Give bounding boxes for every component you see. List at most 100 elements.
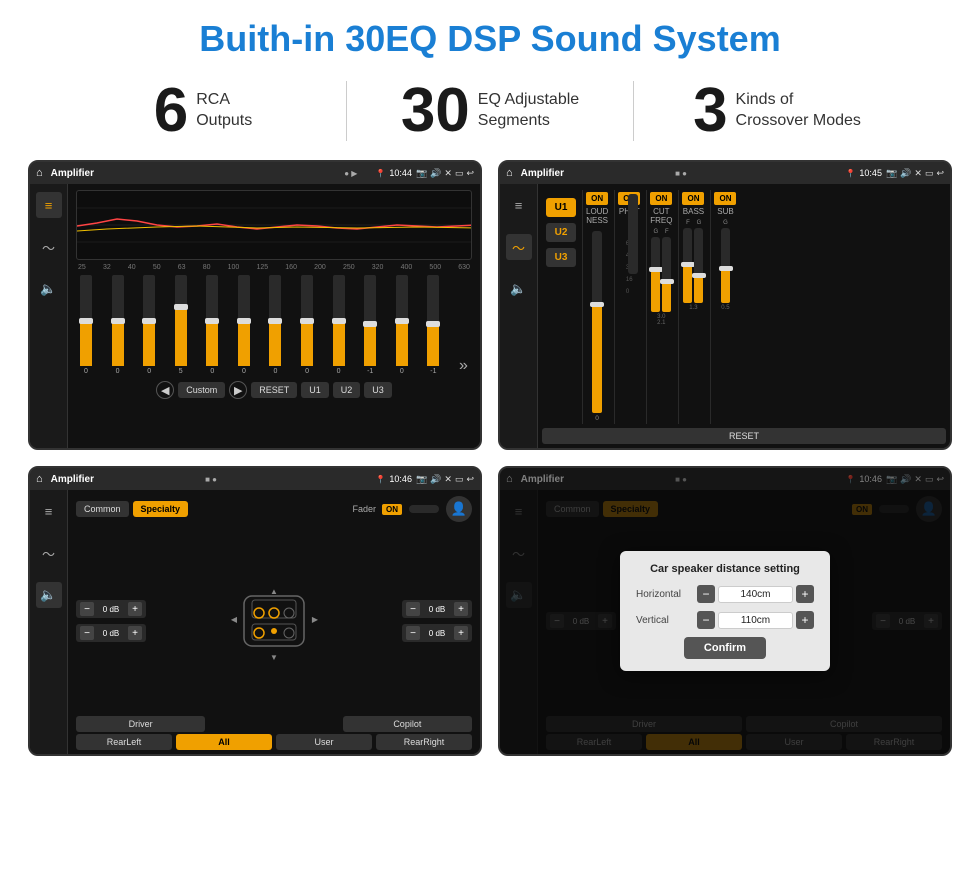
- all-btn-3[interactable]: All: [176, 734, 272, 750]
- crossover-layout: U1 U2 U3 ON LOUDNESS: [542, 190, 946, 424]
- vol-minus-2[interactable]: −: [80, 626, 94, 640]
- eq-slider-3[interactable]: 0: [143, 275, 155, 375]
- u2-btn[interactable]: U2: [546, 223, 576, 242]
- vol-plus-3[interactable]: +: [454, 602, 468, 616]
- horizontal-minus[interactable]: −: [697, 585, 715, 603]
- eq-custom-btn[interactable]: Custom: [178, 382, 225, 398]
- location-icon-1: 📍: [375, 169, 385, 178]
- cutfreq-g-slider[interactable]: [651, 237, 660, 312]
- sub-slider[interactable]: [721, 228, 730, 303]
- sidebar-eq-icon-3[interactable]: ≡: [36, 498, 62, 524]
- sidebar-eq-icon[interactable]: ≡: [36, 192, 62, 218]
- tab-common-3[interactable]: Common: [76, 501, 129, 517]
- loudness-toggle[interactable]: ON: [586, 192, 608, 205]
- car-diagram-svg: ▲ ▼ ◀ ▶: [224, 576, 324, 666]
- stat-crossover-text: Kinds ofCrossover Modes: [736, 90, 861, 132]
- horizontal-plus[interactable]: +: [796, 585, 814, 603]
- home-icon-1[interactable]: ⌂: [36, 167, 43, 179]
- bass-g-slider[interactable]: [694, 228, 703, 303]
- vol-val-1: 0 dB: [97, 605, 125, 614]
- phat-col: ON PHAT 644832160: [614, 190, 643, 424]
- empty-btn-3: [209, 716, 338, 732]
- screen1-body: ≡ 〜 🔈: [30, 184, 480, 448]
- vol-plus-2[interactable]: +: [128, 626, 142, 640]
- vol-control-1: − 0 dB +: [76, 600, 146, 618]
- eq-slider-8[interactable]: 0: [301, 275, 313, 375]
- eq-slider-1[interactable]: 0: [80, 275, 92, 375]
- loudness-label: LOUDNESS: [586, 207, 608, 225]
- sidebar-speaker-icon-3[interactable]: 🔈: [36, 582, 62, 608]
- screen-crossover: ⌂ Amplifier ■ ● 📍 10:45 📷 🔊 ✕ ▭ ↩ ≡ 〜 🔈: [498, 160, 952, 450]
- u1-btn[interactable]: U1: [546, 198, 576, 217]
- confirm-button[interactable]: Confirm: [684, 637, 766, 659]
- status-bar-3: ⌂ Amplifier ■ ● 📍 10:46 📷 🔊 ✕ ▭ ↩: [30, 468, 480, 490]
- screen-fader: ⌂ Amplifier ■ ● 📍 10:46 📷 🔊 ✕ ▭ ↩ ≡ 〜 🔈: [28, 466, 482, 756]
- rearleft-btn-3[interactable]: RearLeft: [76, 734, 172, 750]
- eq-slider-10[interactable]: -1: [364, 275, 376, 375]
- vertical-plus[interactable]: +: [796, 611, 814, 629]
- vertical-value: 110cm: [718, 612, 793, 629]
- eq-play-btn[interactable]: ▶: [229, 381, 247, 399]
- sidebar-wave-icon-2[interactable]: 〜: [506, 234, 532, 260]
- eq-u2-btn[interactable]: U2: [333, 382, 361, 398]
- driver-btn-3[interactable]: Driver: [76, 716, 205, 732]
- sub-toggle[interactable]: ON: [714, 192, 736, 205]
- eq-slider-11[interactable]: 0: [396, 275, 408, 375]
- eq-slider-12[interactable]: -1: [427, 275, 439, 375]
- dot-icon-3: ■ ●: [205, 475, 217, 484]
- screen-distance: ⌂ Amplifier ■ ● 📍 10:46 📷 🔊 ✕ ▭ ↩ ≡ 〜 🔈: [498, 466, 952, 756]
- rearright-btn-3[interactable]: RearRight: [376, 734, 472, 750]
- vol-plus-1[interactable]: +: [128, 602, 142, 616]
- vol-val-4: 0 dB: [423, 629, 451, 638]
- eq-slider-4[interactable]: 5: [175, 275, 187, 375]
- user-btn-3[interactable]: User: [276, 734, 372, 750]
- sidebar-speaker-icon-2[interactable]: 🔈: [506, 276, 532, 302]
- vol-minus-4[interactable]: −: [406, 626, 420, 640]
- location-icon-3: 📍: [375, 475, 385, 484]
- home-icon-3[interactable]: ⌂: [36, 473, 43, 485]
- fader-slider-3[interactable]: [409, 505, 439, 513]
- eq-slider-5[interactable]: 0: [206, 275, 218, 375]
- phat-slider[interactable]: [628, 194, 638, 274]
- vol-val-3: 0 dB: [423, 605, 451, 614]
- vol-plus-4[interactable]: +: [454, 626, 468, 640]
- horizontal-value: 140cm: [718, 586, 793, 603]
- eq-u3-btn[interactable]: U3: [364, 382, 392, 398]
- stat-eq-text: EQ AdjustableSegments: [478, 90, 579, 132]
- home-icon-2[interactable]: ⌂: [506, 167, 513, 179]
- bass-toggle[interactable]: ON: [682, 192, 704, 205]
- u3-btn[interactable]: U3: [546, 248, 576, 267]
- cutfreq-f-slider[interactable]: [662, 237, 671, 312]
- sidebar-wave-icon[interactable]: 〜: [36, 234, 62, 260]
- crossover-reset-btn[interactable]: RESET: [542, 428, 946, 444]
- eq-slider-2[interactable]: 0: [112, 275, 124, 375]
- time-1: 10:44: [389, 168, 412, 178]
- slider-val-9: 0: [337, 368, 341, 375]
- loudness-val: 0: [595, 415, 599, 422]
- eq-u1-btn[interactable]: U1: [301, 382, 329, 398]
- tab-specialty-3[interactable]: Specialty: [133, 501, 189, 517]
- skip-icon[interactable]: »: [459, 357, 468, 375]
- sidebar-wave-icon-3[interactable]: 〜: [36, 540, 62, 566]
- on-badge-3: ON: [382, 504, 402, 515]
- vertical-minus[interactable]: −: [697, 611, 715, 629]
- bass-f-slider[interactable]: [683, 228, 692, 303]
- sidebar-speaker-icon[interactable]: 🔈: [36, 276, 62, 302]
- loudness-slider[interactable]: [592, 231, 602, 413]
- eq-slider-7[interactable]: 0: [269, 275, 281, 375]
- copilot-btn-3[interactable]: Copilot: [343, 716, 472, 732]
- eq-slider-9[interactable]: 0: [333, 275, 345, 375]
- vol-minus-3[interactable]: −: [406, 602, 420, 616]
- eq-reset-btn[interactable]: RESET: [251, 382, 297, 398]
- app-title-3: Amplifier: [51, 474, 201, 485]
- vol-minus-1[interactable]: −: [80, 602, 94, 616]
- slider-val-11: 0: [400, 368, 404, 375]
- eq-slider-6[interactable]: 0: [238, 275, 250, 375]
- profile-icon-3[interactable]: 👤: [446, 496, 472, 522]
- slider-val-8: 0: [305, 368, 309, 375]
- cutfreq-toggle[interactable]: ON: [650, 192, 672, 205]
- svg-text:◀: ◀: [231, 615, 238, 624]
- sidebar-eq-icon-2[interactable]: ≡: [506, 192, 532, 218]
- stat-rca: 6 RCAOutputs: [60, 80, 346, 142]
- eq-prev-btn[interactable]: ◀: [156, 381, 174, 399]
